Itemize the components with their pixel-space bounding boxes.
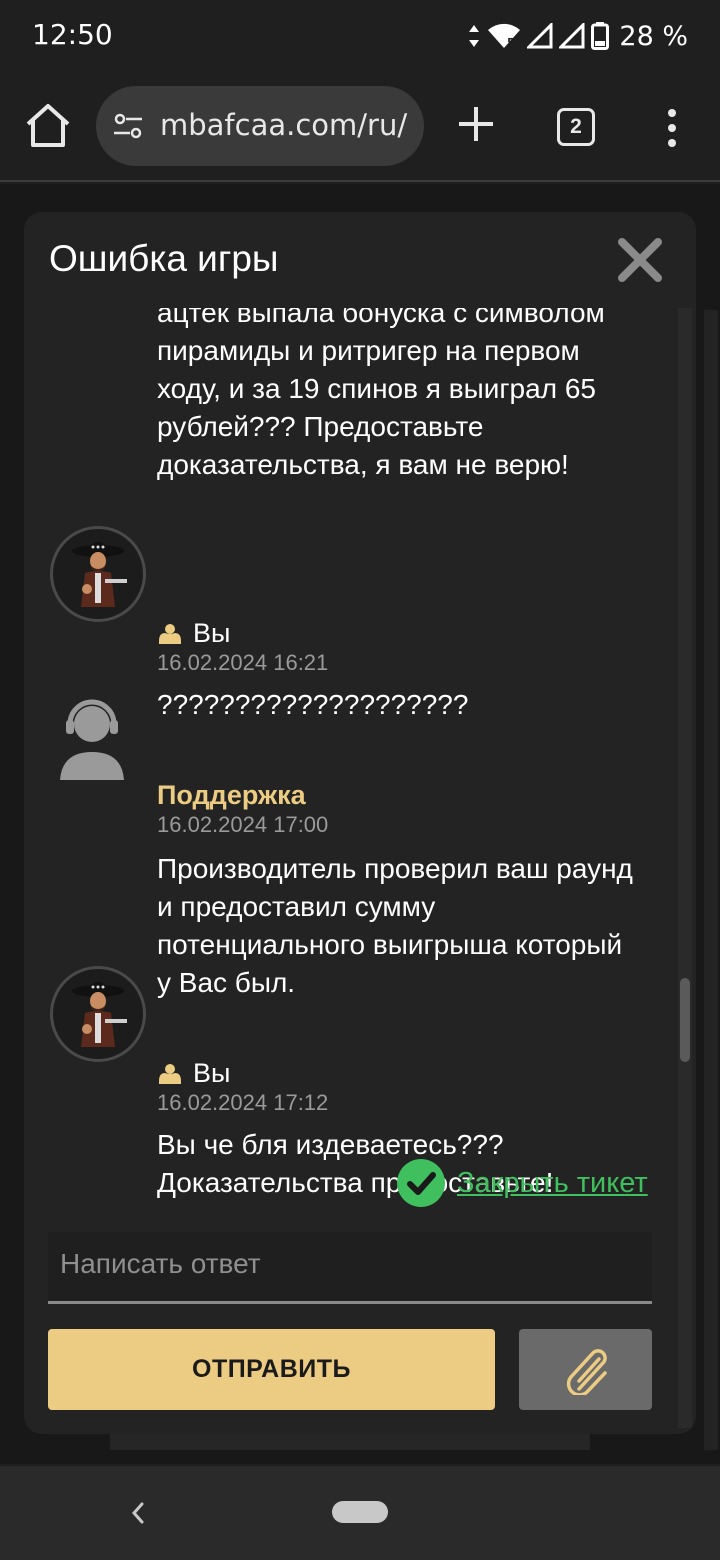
new-tab-icon[interactable] bbox=[454, 102, 498, 146]
more-menu-icon[interactable] bbox=[660, 106, 684, 150]
status-bar: 12:50 5 28 % bbox=[0, 0, 720, 72]
wifi-icon: 5 bbox=[488, 23, 521, 49]
message-text-2: Производитель проверил ваш раунд и предо… bbox=[157, 853, 633, 998]
chat-scrollbar-thumb[interactable] bbox=[680, 978, 690, 1062]
close-ticket-link[interactable]: Закрыть тикет bbox=[457, 1167, 648, 1200]
send-button[interactable]: ОТПРАВИТЬ bbox=[48, 1329, 495, 1410]
system-nav-bar bbox=[0, 1466, 720, 1560]
message-text-1: ???????????????????? bbox=[157, 689, 469, 720]
message-text-0: ацтек выпала бонуска с символом пирамиды… bbox=[157, 297, 605, 480]
message-author: Вы bbox=[157, 1058, 230, 1089]
back-icon[interactable] bbox=[124, 1498, 152, 1528]
signal-icon-1 bbox=[527, 23, 553, 49]
chat-thread[interactable]: ацтек выпала бонуска с символом пирамиды… bbox=[24, 294, 696, 1224]
modal-title: Ошибка игры bbox=[49, 238, 279, 279]
status-time: 12:50 bbox=[32, 18, 113, 51]
page-scrollbar[interactable] bbox=[704, 310, 718, 1450]
close-ticket-button[interactable]: Закрыть тикет bbox=[397, 1158, 648, 1208]
reply-input[interactable]: Написать ответ bbox=[48, 1232, 652, 1304]
avatar bbox=[50, 526, 146, 622]
data-arrows-icon bbox=[469, 25, 480, 47]
message-author-support: Поддержка bbox=[157, 780, 306, 810]
home-gesture-pill[interactable] bbox=[332, 1501, 388, 1523]
battery-percent: 28 % bbox=[619, 20, 688, 52]
paperclip-icon bbox=[566, 1349, 607, 1395]
message-timestamp: 16.02.2024 17:00 bbox=[157, 812, 329, 837]
signal-icon-2 bbox=[559, 23, 585, 49]
address-bar[interactable]: mbafcaa.com/ru/ bbox=[96, 86, 424, 166]
crown-icon bbox=[159, 1063, 181, 1084]
ticket-modal: ацтек выпала бонуска с символом пирамиды… bbox=[24, 212, 696, 1434]
page-underlay bbox=[110, 1432, 590, 1450]
attach-button[interactable] bbox=[519, 1329, 652, 1410]
url-text: mbafcaa.com/ru/ bbox=[160, 108, 408, 142]
site-settings-icon[interactable] bbox=[112, 110, 144, 142]
battery-icon bbox=[591, 22, 610, 50]
crown-icon bbox=[159, 623, 181, 644]
svg-text:5: 5 bbox=[507, 36, 515, 49]
message-timestamp: 16.02.2024 16:21 bbox=[157, 650, 329, 675]
status-icons: 5 28 % bbox=[467, 16, 688, 56]
close-icon[interactable] bbox=[616, 236, 664, 284]
tab-switcher-button[interactable]: 2 bbox=[557, 108, 595, 146]
modal-header: Ошибка игры bbox=[24, 212, 696, 308]
check-circle-icon bbox=[397, 1159, 445, 1207]
message-timestamp: 16.02.2024 17:12 bbox=[157, 1090, 329, 1115]
message-author: Вы bbox=[157, 618, 230, 649]
browser-toolbar: mbafcaa.com/ru/ 2 bbox=[0, 72, 720, 182]
chat-scrollbar-track[interactable] bbox=[678, 308, 692, 1428]
cowboy-avatar-icon bbox=[72, 982, 127, 1047]
support-agent-icon bbox=[60, 699, 124, 780]
cowboy-avatar-icon bbox=[72, 542, 127, 607]
avatar bbox=[50, 966, 146, 1062]
home-icon[interactable] bbox=[22, 100, 74, 152]
